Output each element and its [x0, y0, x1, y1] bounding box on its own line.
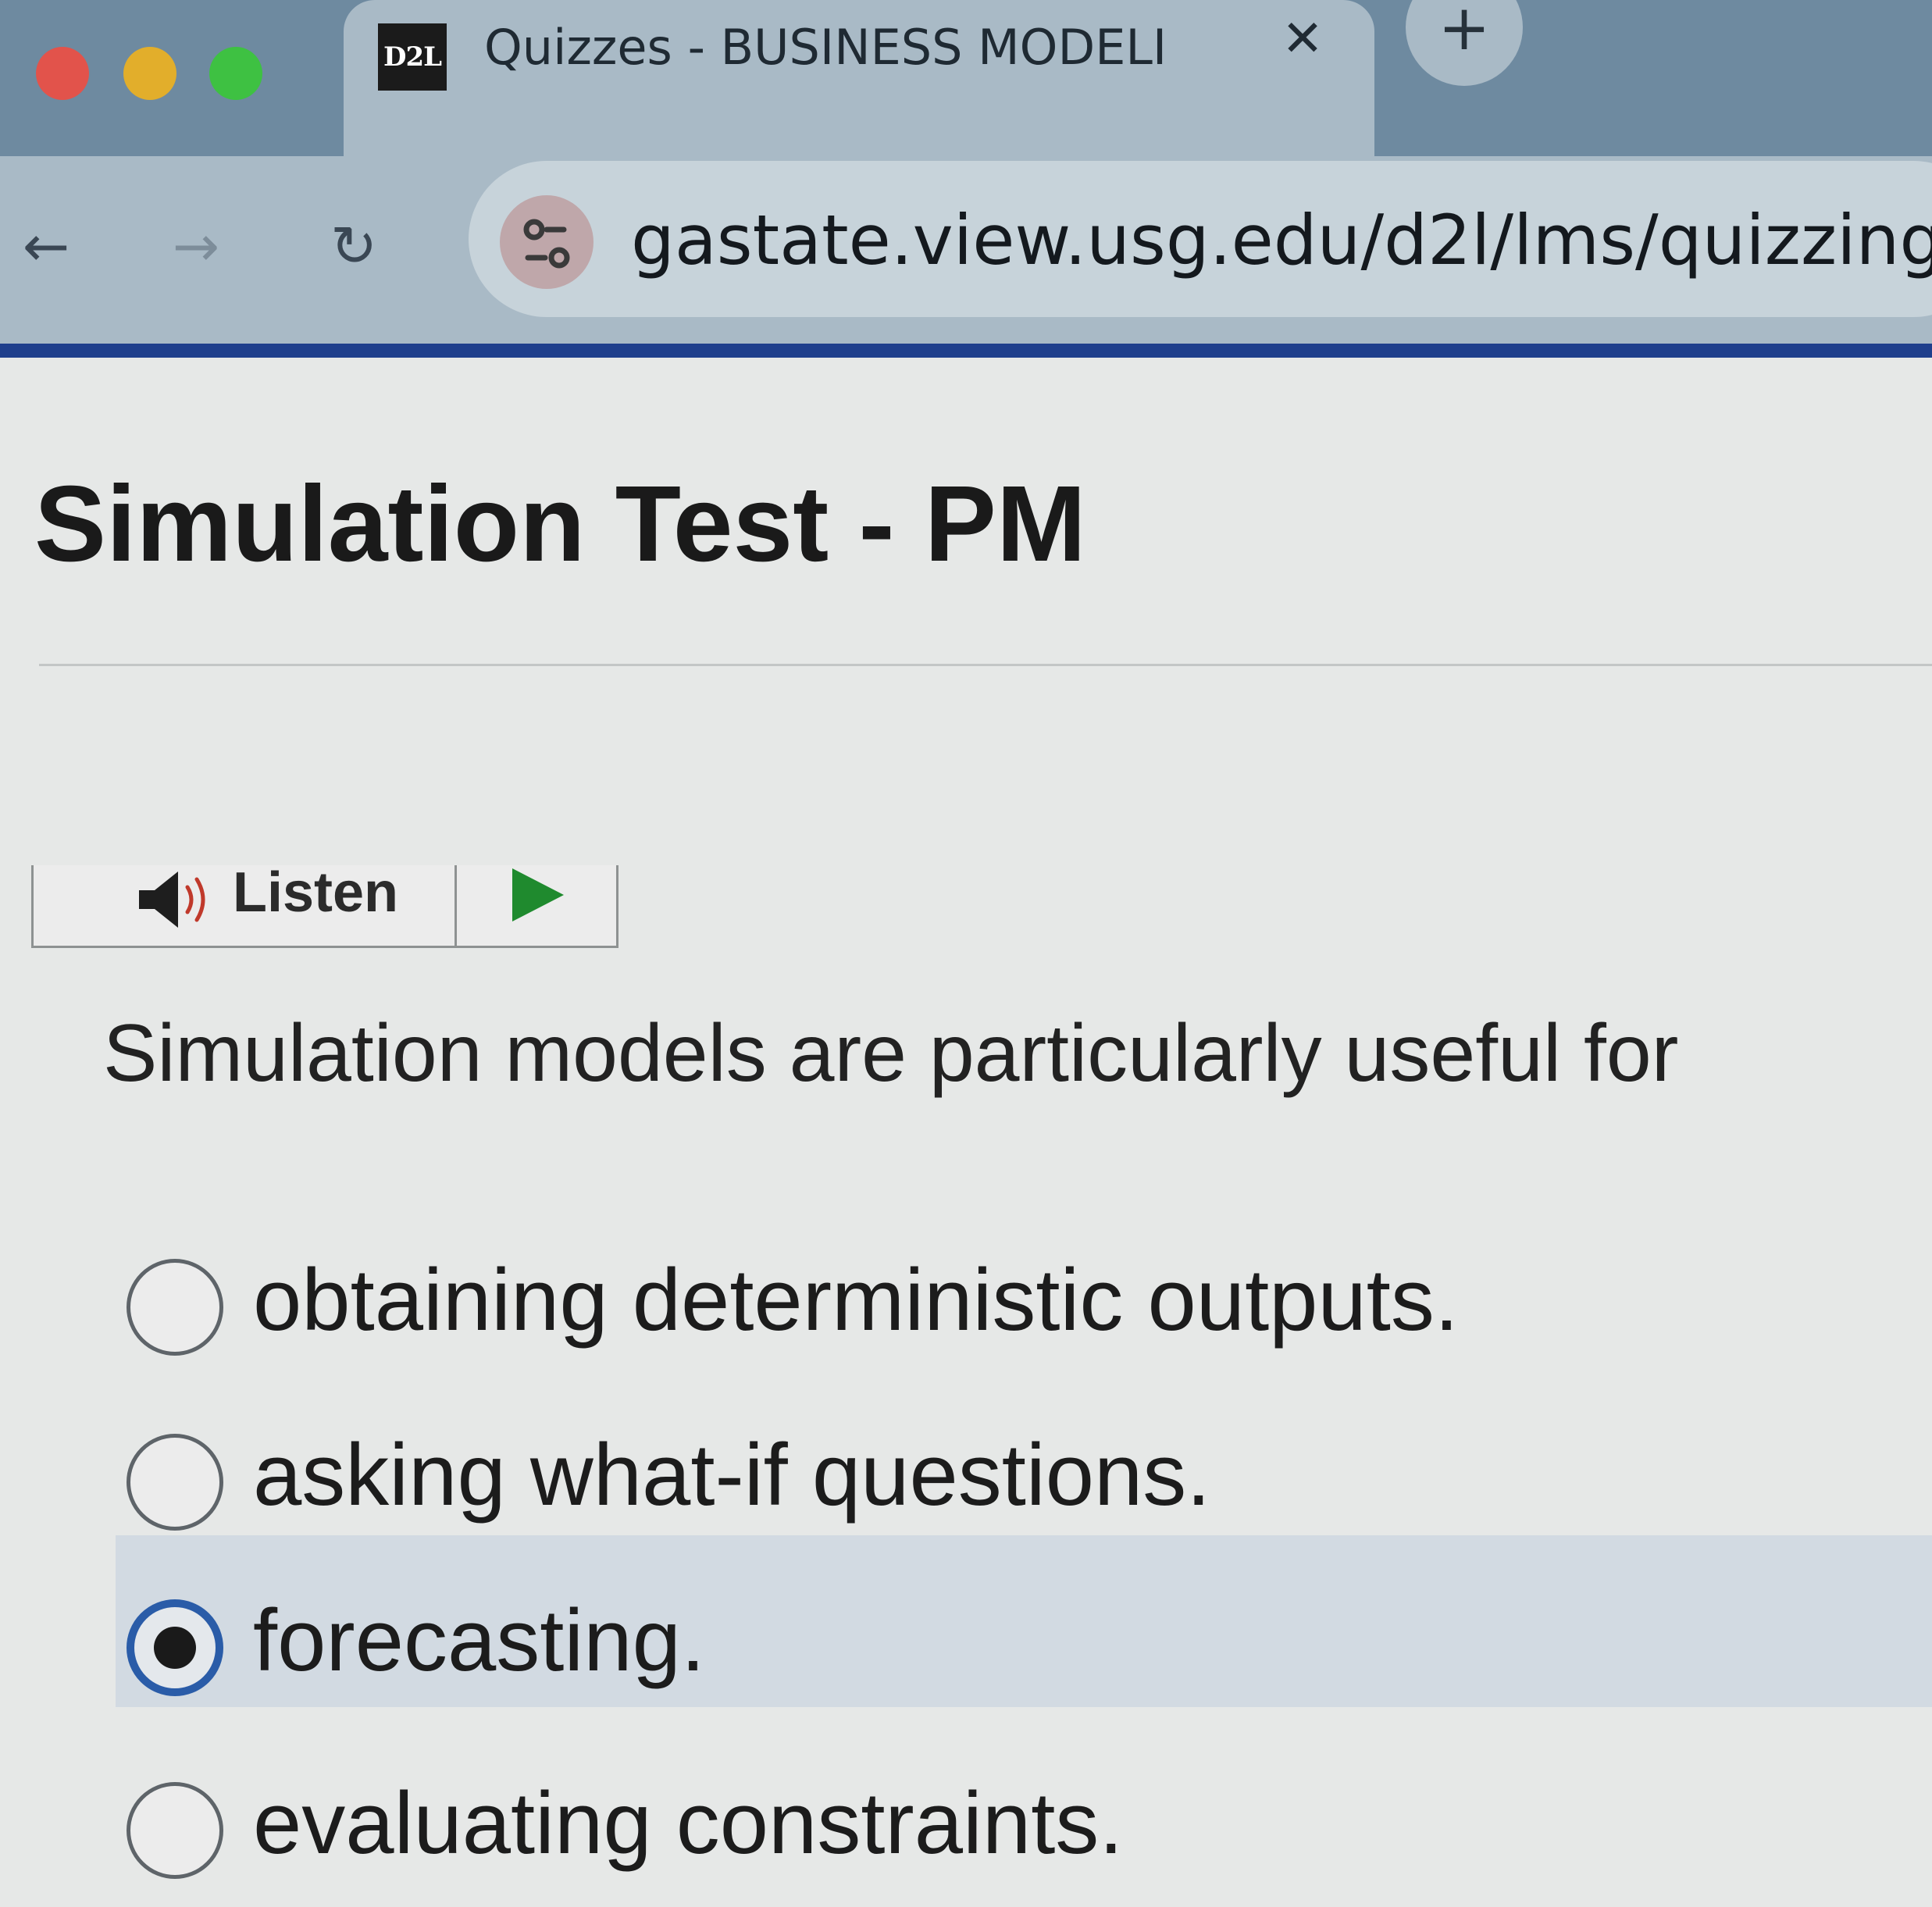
reload-icon[interactable]: ↻ — [319, 211, 389, 281]
answer-option[interactable]: asking what-if questions. — [116, 1399, 1932, 1543]
back-arrow-icon[interactable]: ← — [11, 211, 81, 281]
radio-button[interactable] — [127, 1434, 223, 1531]
radio-button[interactable] — [127, 1259, 223, 1356]
maximize-window-button[interactable] — [209, 47, 262, 100]
question-text: Simulation models are particularly usefu… — [103, 1008, 1679, 1099]
forward-arrow-icon[interactable]: → — [161, 211, 231, 281]
close-window-button[interactable] — [36, 47, 89, 100]
speaker-icon — [137, 867, 216, 932]
radio-button-checked[interactable] — [127, 1599, 223, 1696]
d2l-favicon-icon: D2L — [378, 23, 447, 91]
play-icon[interactable] — [512, 868, 564, 921]
listen-separator — [454, 865, 457, 948]
screen: D2L Quizzes - BUSINESS MODELI ✕ + ← → ↻ … — [0, 0, 1932, 1907]
minimize-window-button[interactable] — [123, 47, 176, 100]
answer-label[interactable]: asking what-if questions. — [253, 1424, 1210, 1525]
accent-bar — [0, 344, 1932, 358]
answer-label[interactable]: evaluating constraints. — [253, 1773, 1123, 1873]
title-divider — [39, 664, 1932, 666]
radio-dot — [154, 1627, 196, 1669]
radio-button[interactable] — [127, 1782, 223, 1879]
answer-option-selected[interactable]: forecasting. — [116, 1535, 1932, 1707]
answer-label[interactable]: forecasting. — [253, 1590, 705, 1691]
answer-option[interactable]: obtaining deterministic outputs. — [116, 1224, 1932, 1368]
tab-title: Quizzes - BUSINESS MODELI — [484, 19, 1167, 76]
site-settings-icon[interactable] — [500, 195, 594, 289]
answer-option[interactable]: evaluating constraints. — [116, 1748, 1932, 1891]
listen-label: Listen — [233, 861, 399, 924]
tab-close-icon[interactable]: ✕ — [1271, 8, 1334, 70]
url-text[interactable]: gastate.view.usg.edu/d2l/lms/quizzing/us… — [631, 200, 1932, 280]
answer-label[interactable]: obtaining deterministic outputs. — [253, 1249, 1459, 1350]
page-title: Simulation Test - PM — [34, 464, 1086, 584]
